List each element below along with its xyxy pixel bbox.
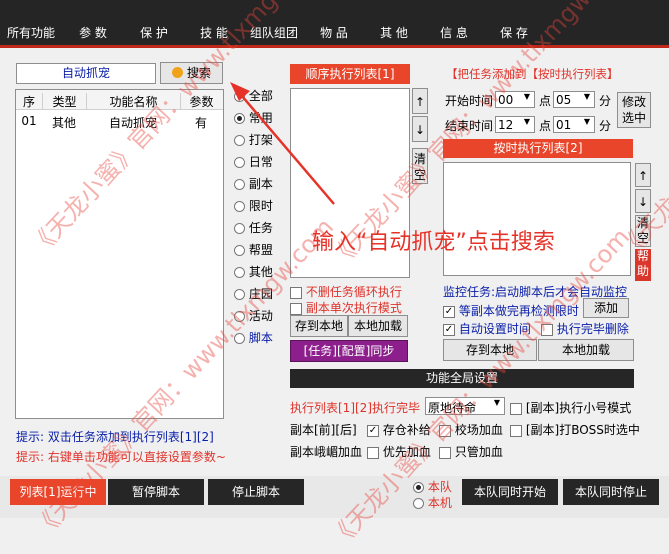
annotation-text: 输入“自动抓宠”点击搜索	[312, 230, 555, 255]
annotation-arrow	[230, 82, 335, 205]
